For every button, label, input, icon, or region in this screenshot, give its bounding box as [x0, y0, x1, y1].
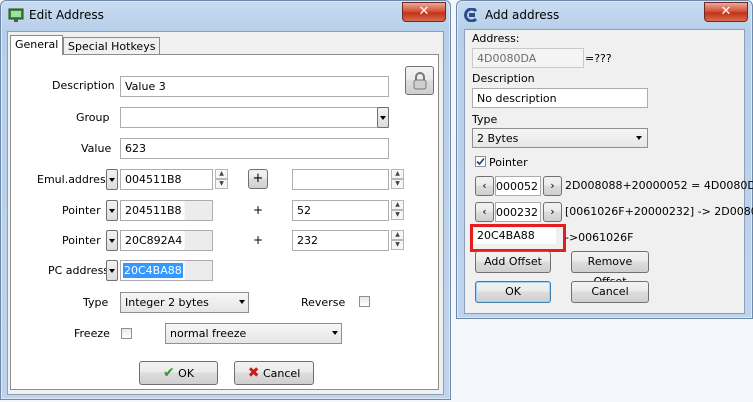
type-dropdown-arrow[interactable] — [237, 292, 249, 313]
edit-cancel-button[interactable]: ✖ Cancel — [234, 361, 314, 385]
type-dropdown-arrow-add[interactable] — [634, 128, 646, 149]
lock-button[interactable] — [405, 66, 434, 95]
pointer-1-plus: + — [253, 203, 264, 217]
cancel-x-icon: ✖ — [247, 365, 260, 381]
offset-1-result: 2D008088+20000052 = 4D0080DA — [565, 179, 753, 192]
emul-extra-spinner[interactable]: ▲ ▼ — [391, 169, 404, 190]
pc-address-input[interactable]: 20C4BA88 — [120, 260, 213, 281]
pointer-2-input[interactable]: 20C892A4 — [120, 230, 213, 251]
offset-1-input[interactable]: 000052 — [495, 176, 541, 196]
pointer-1-offset-spinner[interactable]: ▲ ▼ — [391, 200, 404, 221]
check-icon: ✔ — [162, 365, 175, 381]
pointer-1-input[interactable]: 204511B8 — [120, 200, 213, 221]
reverse-label: Reverse — [301, 296, 346, 309]
pointer-label-add: Pointer — [489, 156, 528, 169]
group-dropdown-arrow[interactable] — [377, 107, 389, 128]
app-icon — [8, 7, 24, 23]
description-input-add[interactable]: No description — [472, 88, 648, 108]
edit-address-titlebar[interactable]: Edit Address ✕ — [1, 1, 450, 29]
offset-2-input[interactable]: 000232 — [495, 202, 541, 222]
freeze-label: Freeze — [74, 327, 110, 340]
pc-address-label: PC address — [48, 264, 110, 277]
value-label: Value — [81, 142, 112, 155]
add-offset-plus-button[interactable]: + — [248, 169, 268, 189]
pc-address-selected-text: 20C4BA88 — [123, 263, 183, 278]
emul-extra-input[interactable] — [292, 169, 389, 190]
address-result: =??? — [585, 52, 612, 65]
edit-address-window: Edit Address ✕ General Special Hotkeys D… — [0, 0, 451, 400]
pointer-2-label: Pointer — [62, 234, 101, 247]
pointer-checkbox[interactable] — [475, 156, 486, 167]
edit-address-client: General Special Hotkeys Description Valu… — [7, 31, 444, 395]
offset-2-increment-button[interactable]: › — [543, 202, 562, 222]
emul-dropdown-arrow[interactable] — [106, 169, 118, 190]
type-label-add: Type — [472, 113, 498, 126]
offset-1-increment-button[interactable]: › — [543, 176, 562, 196]
group-select[interactable] — [120, 107, 389, 128]
address-input: 4D0080DA — [472, 48, 584, 68]
pointer-2-offset-spinner[interactable]: ▲ ▼ — [391, 230, 404, 251]
add-offset-button[interactable]: Add Offset — [475, 251, 551, 273]
group-label: Group — [76, 111, 110, 124]
type-label: Type — [83, 296, 109, 309]
add-address-title: Add address — [485, 8, 560, 22]
cheat-engine-icon — [464, 7, 478, 23]
pointer-1-dropdown-arrow[interactable] — [106, 200, 118, 221]
add-address-titlebar[interactable]: Add address ✕ — [457, 1, 752, 29]
emul-address-label: Emul.address — [37, 173, 112, 186]
freeze-checkbox[interactable] — [121, 328, 132, 339]
description-input[interactable]: Value 3 — [120, 76, 389, 97]
tab-special-hotkeys[interactable]: Special Hotkeys — [63, 37, 161, 54]
reverse-checkbox[interactable] — [359, 296, 370, 307]
emul-address-input[interactable]: 004511B8 — [120, 169, 213, 190]
type-select-add[interactable]: 2 Bytes — [472, 128, 648, 148]
freeze-mode-dropdown-arrow[interactable] — [330, 323, 342, 344]
tab-general[interactable]: General — [10, 35, 64, 55]
type-select[interactable]: Integer 2 bytes — [120, 292, 249, 313]
remove-offset-button[interactable]: Remove Offset — [571, 251, 649, 288]
address-label: Address: — [472, 32, 520, 45]
description-label-add: Description — [472, 72, 535, 85]
close-button[interactable]: ✕ — [402, 2, 446, 22]
edit-ok-button[interactable]: ✔ OK — [139, 361, 218, 385]
pointer-2-dropdown-arrow[interactable] — [106, 230, 118, 251]
base-address-input[interactable]: 20C4BA88 — [474, 228, 556, 244]
description-label: Description — [52, 79, 115, 92]
pointer-2-plus: + — [253, 233, 264, 247]
edit-address-title: Edit Address — [29, 8, 104, 22]
add-cancel-button[interactable]: Cancel — [571, 281, 649, 303]
pointer-1-offset-input[interactable]: 52 — [292, 200, 389, 221]
checkmark-icon — [476, 157, 485, 166]
base-address-result: ->0061026F — [565, 231, 634, 244]
offset-1-decrement-button[interactable]: ‹ — [475, 176, 494, 196]
lock-icon — [413, 72, 426, 90]
emul-spinner[interactable]: ▲ ▼ — [215, 169, 228, 190]
add-address-client: Address: 4D0080DA =??? Description No de… — [464, 29, 753, 314]
offset-2-result: [0061026F+20000232] -> 2D008088 — [565, 205, 753, 218]
pointer-1-label: Pointer — [62, 204, 101, 217]
offset-2-decrement-button[interactable]: ‹ — [475, 202, 494, 222]
value-input[interactable]: 623 — [120, 138, 389, 159]
freeze-mode-select[interactable]: normal freeze — [165, 323, 342, 344]
pointer-2-offset-input[interactable]: 232 — [292, 230, 389, 251]
add-address-window: Add address ✕ Address: 4D0080DA =??? Des… — [456, 0, 753, 319]
pc-address-dropdown-arrow[interactable] — [106, 260, 118, 281]
add-ok-button[interactable]: OK — [475, 281, 551, 303]
add-close-button[interactable]: ✕ — [704, 2, 748, 22]
